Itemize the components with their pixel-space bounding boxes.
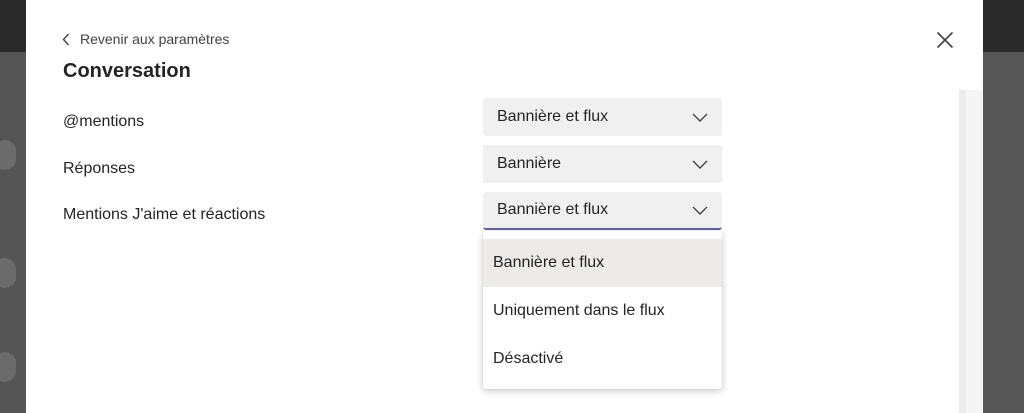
mentions-select-value: Bannière et flux (497, 108, 609, 125)
back-link-label: Revenir aux paramètres (80, 31, 230, 47)
replies-select-value: Bannière (497, 155, 562, 172)
mentions-select[interactable]: Bannière et flux (483, 98, 722, 136)
dropdown-option-off[interactable]: Désactivé (483, 335, 722, 383)
likes-reactions-select-value: Bannière et flux (497, 201, 609, 218)
close-button[interactable] (931, 26, 959, 54)
likes-reactions-label: Mentions J'aime et réactions (63, 206, 266, 223)
scrollbar-track[interactable] (959, 90, 966, 413)
close-icon (936, 31, 954, 49)
mentions-label: @mentions (63, 113, 145, 130)
replies-select[interactable]: Bannière (483, 145, 722, 183)
background-right-panel (983, 52, 1024, 413)
background-avatar (0, 352, 16, 382)
panel-edge (966, 90, 983, 413)
dropdown-option-feed-only[interactable]: Uniquement dans le flux (483, 287, 722, 335)
replies-label: Réponses (63, 160, 136, 177)
chevron-down-icon (692, 113, 708, 122)
notification-settings-dialog: Revenir aux paramètres Conversation @men… (26, 0, 983, 413)
page-title: Conversation (63, 60, 191, 82)
chevron-down-icon (692, 160, 708, 169)
likes-reactions-select[interactable]: Bannière et flux (483, 192, 722, 230)
background-avatar (0, 140, 16, 170)
chevron-down-icon (692, 206, 708, 215)
dropdown-option-banner-and-feed[interactable]: Bannière et flux (483, 239, 722, 287)
back-to-settings-link[interactable]: Revenir aux paramètres (62, 28, 229, 50)
background-avatar (0, 258, 16, 288)
chevron-left-icon (62, 33, 70, 45)
likes-reactions-dropdown-menu: Bannière et flux Uniquement dans le flux… (483, 231, 722, 389)
